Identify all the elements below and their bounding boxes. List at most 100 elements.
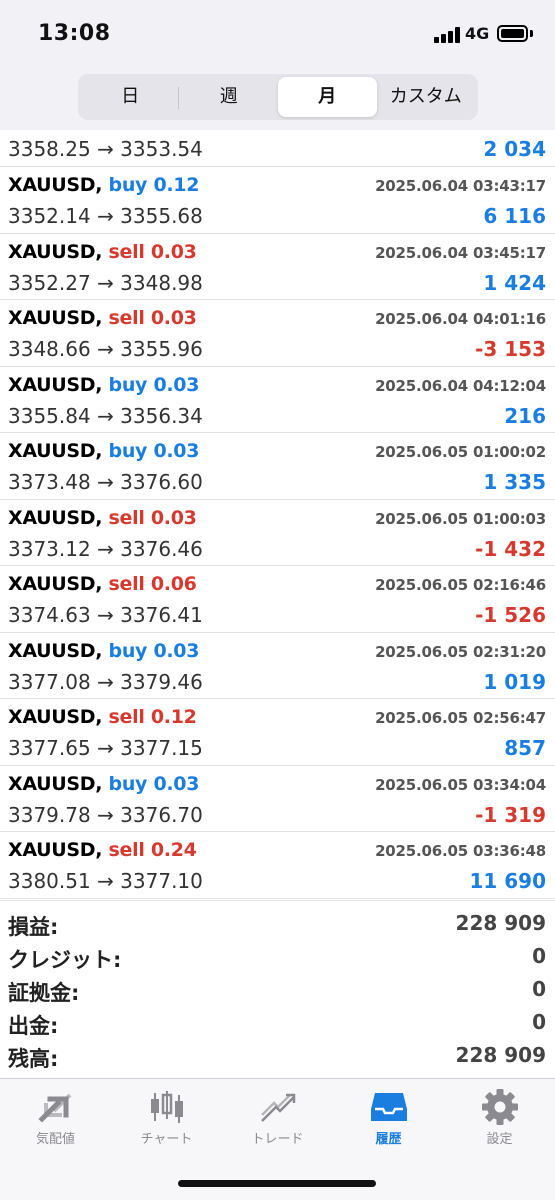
trade-prices: 3348.66 → 3355.96 [8, 337, 203, 361]
tabbar-label: 履歴 [375, 1132, 402, 1147]
summary-row: 残高: 228 909 [0, 1041, 555, 1074]
table-row[interactable]: XAUUSD, buy 0.12 2025.06.04 03:43:17 3352.… [0, 167, 555, 234]
tabbar-item-history[interactable]: 履歴 [333, 1085, 444, 1155]
trade-prices: 3358.25 → 3353.54 [8, 137, 203, 161]
trade-symbol-side: XAUUSD, buy 0.03 [8, 440, 199, 462]
trade-prices: 3377.65 → 3377.15 [8, 736, 203, 760]
account-summary: 損益: 228 909 クレジット: 0 証拠金: 0 出金: 0 残高: 228 909 [0, 900, 555, 1078]
trade-side: sell 0.12 [108, 706, 197, 728]
trade-symbol: XAUUSD, [8, 706, 103, 728]
table-row[interactable]: XAUUSD, sell 0.03 2025.06.05 01:00:03 3373… [0, 500, 555, 566]
trade-symbol-side: XAUUSD, buy 0.03 [8, 773, 199, 795]
trade-icon [260, 1093, 295, 1122]
battery-icon [497, 25, 528, 42]
trade-side: sell 0.24 [108, 839, 197, 861]
trade-time: 2025.06.05 02:16:46 [375, 576, 546, 594]
summary-row: 損益: 228 909 [0, 909, 555, 942]
tab-day[interactable]: 日 [81, 77, 180, 117]
trade-side: sell 0.03 [108, 307, 197, 329]
summary-label: 出金: [8, 1014, 59, 1038]
tabbar-item-trade[interactable]: トレード [222, 1085, 333, 1155]
trade-time: 2025.06.05 03:36:48 [375, 842, 546, 860]
tabbar-label: 設定 [486, 1132, 513, 1147]
trade-prices: 3373.48 → 3376.60 [8, 470, 203, 494]
table-row[interactable]: XAUUSD, buy 0.03 2025.06.04 04:12:04 3355.… [0, 367, 555, 433]
trade-time: 2025.06.04 03:45:17 [375, 243, 546, 262]
trade-prices: 3355.84 → 3356.34 [8, 403, 203, 428]
trade-prices: 3380.51 → 3377.10 [8, 869, 203, 893]
summary-label: 損益: [8, 915, 59, 939]
table-row[interactable]: XAUUSD, sell 0.03 2025.06.04 03:45:17 3352… [0, 234, 555, 300]
trade-symbol: XAUUSD, [8, 639, 103, 662]
trade-symbol: XAUUSD, [8, 440, 103, 462]
period-segmented-control: 日 週 月 カスタム [78, 74, 478, 120]
trade-profit: 1 424 [483, 270, 546, 295]
trade-symbol: XAUUSD, [8, 174, 103, 196]
summary-label: 証拠金: [8, 981, 80, 1005]
trade-symbol: XAUUSD, [8, 240, 103, 263]
trade-profit: -1 526 [475, 603, 546, 627]
signal-icon [434, 27, 460, 43]
chart-icon [150, 1091, 183, 1123]
trade-time: 2025.06.04 03:43:17 [375, 177, 546, 195]
summary-row: クレジット: 0 [0, 942, 555, 975]
trade-side: buy 0.03 [108, 373, 200, 396]
trade-profit: 857 [504, 736, 546, 760]
summary-value: 228 909 [455, 911, 546, 935]
status-time: 13:08 [38, 21, 111, 46]
trade-side: buy 0.03 [108, 639, 200, 662]
trade-symbol-side: XAUUSD, buy 0.12 [8, 174, 199, 196]
trade-prices: 3379.78 → 3376.70 [8, 802, 203, 827]
trade-symbol: XAUUSD, [8, 506, 103, 529]
table-row[interactable]: 3358.25 → 3353.54 2 034 [0, 130, 555, 167]
table-row[interactable]: XAUUSD, buy 0.03 2025.06.05 01:00:02 3373.… [0, 433, 555, 500]
trade-prices: 3374.63 → 3376.41 [8, 603, 203, 627]
network-type: 4G [465, 24, 490, 43]
trade-symbol-side: XAUUSD, sell 0.03 [8, 241, 197, 263]
trade-symbol-side: XAUUSD, buy 0.03 [8, 374, 199, 396]
table-row[interactable]: XAUUSD, buy 0.03 2025.06.05 03:34:04 3379.… [0, 766, 555, 832]
table-row[interactable]: XAUUSD, buy 0.03 2025.06.05 02:31:20 3377.… [0, 633, 555, 699]
trade-symbol-side: XAUUSD, sell 0.12 [8, 706, 197, 728]
trade-side: sell 0.03 [108, 240, 197, 263]
trade-profit: -1 432 [475, 536, 546, 561]
trade-time: 2025.06.05 01:00:03 [375, 509, 546, 528]
trade-time: 2025.06.05 01:00:02 [375, 443, 546, 461]
trade-time: 2025.06.04 04:01:16 [375, 310, 546, 328]
table-row[interactable]: XAUUSD, sell 0.12 2025.06.05 02:56:47 3377… [0, 699, 555, 766]
tabbar-label: チャート [140, 1132, 193, 1147]
trade-prices: 3377.08 → 3379.46 [8, 669, 203, 694]
trade-symbol-side: XAUUSD, sell 0.03 [8, 507, 197, 529]
table-row[interactable]: XAUUSD, sell 0.24 2025.06.05 03:36:48 3380… [0, 832, 555, 899]
trade-side: sell 0.06 [108, 573, 197, 595]
table-row[interactable]: XAUUSD, sell 0.03 2025.06.04 04:01:16 3348… [0, 300, 555, 367]
trade-prices: 3373.12 → 3376.46 [8, 536, 203, 561]
tab-month[interactable]: 月 [278, 77, 377, 117]
trade-time: 2025.06.05 02:56:47 [375, 709, 546, 727]
trade-profit: 11 690 [469, 869, 546, 893]
trade-time: 2025.06.05 02:31:20 [375, 642, 546, 661]
trade-symbol-side: XAUUSD, sell 0.24 [8, 839, 197, 861]
tabbar-item-chart[interactable]: チャート [111, 1085, 222, 1155]
trade-time: 2025.06.04 04:12:04 [375, 376, 546, 395]
tab-custom[interactable]: カスタム [377, 77, 476, 117]
summary-value: 0 [532, 977, 546, 1001]
trade-side: buy 0.03 [108, 772, 200, 795]
trade-side: buy 0.12 [108, 174, 200, 196]
summary-value: 0 [532, 1010, 546, 1034]
summary-label: クレジット: [8, 948, 122, 972]
trade-symbol: XAUUSD, [8, 307, 103, 329]
trade-profit: -1 319 [475, 802, 546, 827]
tabbar-item-quotes[interactable]: 気配値 [0, 1085, 111, 1155]
trade-profit: 1 335 [483, 470, 546, 494]
summary-value: 0 [532, 944, 546, 968]
tabbar-item-settings[interactable]: 設定 [444, 1085, 555, 1155]
table-row[interactable]: XAUUSD, sell 0.06 2025.06.05 02:16:46 3374… [0, 566, 555, 633]
summary-row: 出金: 0 [0, 1008, 555, 1041]
trade-side: sell 0.03 [108, 506, 197, 529]
history-icon [370, 1093, 407, 1121]
trade-history-list[interactable]: 3358.25 → 3353.54 2 034 XAUUSD, buy 0.12… [0, 130, 555, 900]
tab-week[interactable]: 週 [180, 77, 279, 117]
trade-symbol: XAUUSD, [8, 373, 103, 396]
trade-profit: 6 116 [483, 204, 546, 228]
